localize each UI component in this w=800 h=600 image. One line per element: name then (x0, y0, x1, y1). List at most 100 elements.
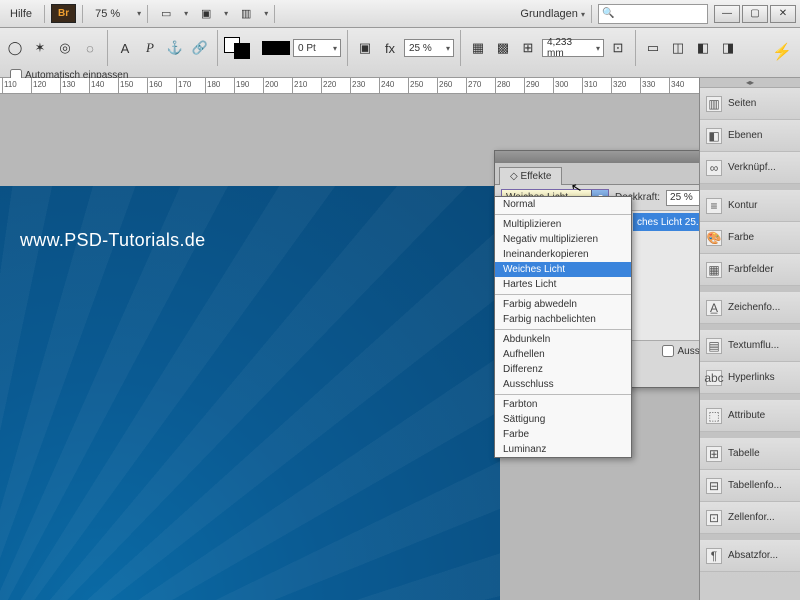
stroke-weight-field[interactable]: 0 Pt (293, 39, 341, 57)
blend-mode-option[interactable]: Negativ multiplizieren (495, 232, 631, 247)
wrap-bounds-icon[interactable]: ◫ (667, 38, 689, 58)
control-toolbar: ◯ ✶ ◎ ◌ A P ⚓ 🔗 0 Pt ▣ fx 25 % ▦ ▩ ⊞ 4,2… (0, 28, 800, 78)
canvas-text: www.PSD-Tutorials.de (20, 230, 205, 251)
blend-mode-option[interactable]: Farbig nachbelichten (495, 312, 631, 327)
panel-item[interactable]: abcHyperlinks (700, 362, 800, 394)
dimension-field[interactable]: 4,233 mm (542, 39, 604, 57)
panel-item[interactable]: ∞Verknüpf... (700, 152, 800, 184)
anchor-icon[interactable]: ⚓ (164, 38, 186, 58)
lightning-icon[interactable]: ⚡ (772, 42, 792, 62)
panel-item[interactable]: ⊡Zellenfor... (700, 502, 800, 534)
menu-bar: Hilfe Br 75 % ▾ ▭▾ ▣▾ ▥▾ Grundlagen ▾ 🔍 … (0, 0, 800, 28)
blend-mode-option[interactable]: Luminanz (495, 442, 631, 457)
separator (591, 5, 592, 23)
ruler-tick-label: 310 (584, 80, 597, 89)
blend-mode-option[interactable]: Hartes Licht (495, 277, 631, 292)
ruler-tick-label: 240 (381, 80, 394, 89)
panel-item[interactable]: ▤Textumflu... (700, 330, 800, 362)
panel-item[interactable]: ≡Kontur (700, 190, 800, 222)
chevron-down-icon[interactable]: ▾ (137, 9, 141, 18)
view-options-icon[interactable]: ▣ (194, 4, 218, 24)
panel-label: Kontur (728, 200, 757, 211)
char-format-icon[interactable]: A (114, 38, 136, 58)
blend-mode-option[interactable]: Normal (495, 197, 631, 212)
blend-mode-option[interactable]: Sättigung (495, 412, 631, 427)
wrap-object-icon[interactable]: ◧ (692, 38, 714, 58)
bridge-button[interactable]: Br (51, 4, 76, 23)
blend-mode-dropdown: Normal MultiplizierenNegativ multiplizier… (494, 196, 632, 458)
panel-icon: A̲ (706, 300, 722, 316)
fit-proportional-icon[interactable]: ▦ (467, 38, 489, 58)
panel-icon: abc (706, 370, 722, 386)
panel-item[interactable]: ⊞Tabelle (700, 438, 800, 470)
panel-item[interactable]: 🎨Farbe (700, 222, 800, 254)
fill-square-icon[interactable]: ▣ (354, 38, 376, 58)
blend-mode-option[interactable]: Farbig abwedeln (495, 297, 631, 312)
panel-label: Zeichenfo... (728, 302, 780, 313)
arrange-icon[interactable]: ▥ (234, 4, 258, 24)
ruler-tick-label: 290 (526, 80, 539, 89)
panel-item[interactable]: ¶Absatzfor... (700, 540, 800, 572)
blend-mode-option[interactable]: Weiches Licht (495, 262, 631, 277)
dashed-ellipse-icon[interactable]: ◌ (79, 38, 101, 58)
help-menu[interactable]: Hilfe (4, 6, 38, 22)
chain-icon[interactable]: 🔗 (189, 38, 211, 58)
blend-mode-option[interactable]: Ausschluss (495, 377, 631, 392)
blend-mode-option[interactable]: Differenz (495, 362, 631, 377)
opacity-field[interactable]: 25 % (404, 39, 454, 57)
panel-item[interactable]: A̲ Zeichenfo... (700, 292, 800, 324)
fill-stroke-swatches[interactable] (224, 37, 250, 59)
ellipse-icon[interactable]: ◯ (4, 38, 26, 58)
minimize-button[interactable]: — (714, 5, 740, 23)
ruler-tick-label: 150 (120, 80, 133, 89)
zoom-level[interactable]: 75 % (89, 6, 131, 22)
ruler-tick-label: 170 (178, 80, 191, 89)
panel-icon: ▤ (706, 338, 722, 354)
blend-mode-option[interactable]: Multiplizieren (495, 217, 631, 232)
document-canvas[interactable]: www.PSD-Tutorials.de (0, 186, 500, 600)
panel-icon: ⊟ (706, 478, 722, 494)
panel-label: Zellenfor... (728, 512, 775, 523)
panel-item[interactable]: ◧Ebenen (700, 120, 800, 152)
blend-mode-option[interactable]: Ineinanderkopieren (495, 247, 631, 262)
dock-collapse-icon[interactable]: ◂▸ (700, 78, 800, 88)
panel-item[interactable]: ▥Seiten (700, 88, 800, 120)
ruler-tick-label: 200 (265, 80, 278, 89)
panel-icon: ▥ (706, 96, 722, 112)
ruler-tick-label: 140 (91, 80, 104, 89)
target-icon[interactable]: ◎ (54, 38, 76, 58)
separator (82, 5, 83, 23)
panel-icon: ▦ (706, 262, 722, 278)
screen-mode-icon[interactable]: ▭ (154, 4, 178, 24)
blend-mode-option[interactable]: Farbe (495, 427, 631, 442)
panel-item[interactable]: ⊟ Tabellenfo... (700, 470, 800, 502)
panel-icon: ⊞ (706, 446, 722, 462)
stroke-preview[interactable] (262, 41, 290, 55)
close-button[interactable]: ✕ (770, 5, 796, 23)
effects-icon[interactable]: fx (379, 38, 401, 58)
ruler-tick-label: 300 (555, 80, 568, 89)
star-icon[interactable]: ✶ (29, 38, 51, 58)
wrap-jump-icon[interactable]: ◨ (717, 38, 739, 58)
separator (347, 30, 348, 66)
ruler-tick-label: 340 (671, 80, 684, 89)
para-format-icon[interactable]: P (139, 38, 161, 58)
panel-label: Tabellenfo... (728, 480, 782, 491)
fit-content-icon[interactable]: ⊞ (517, 38, 539, 58)
panel-icon: ¶ (706, 548, 722, 564)
fit-frame-icon[interactable]: ⊡ (607, 38, 629, 58)
ruler-tick-label: 120 (33, 80, 46, 89)
workspace-switcher[interactable]: Grundlagen ▾ (520, 8, 585, 20)
window-controls: — ▢ ✕ (714, 5, 796, 23)
blend-mode-option[interactable]: Aufhellen (495, 347, 631, 362)
panel-item[interactable]: ⬚Attribute (700, 400, 800, 432)
fit-fill-icon[interactable]: ▩ (492, 38, 514, 58)
ruler-tick-label: 130 (62, 80, 75, 89)
blend-mode-option[interactable]: Farbton (495, 397, 631, 412)
panel-item[interactable]: ▦Farbfelder (700, 254, 800, 286)
tab-effects[interactable]: ◇ Effekte (499, 167, 562, 185)
search-input[interactable]: 🔍 (598, 4, 708, 24)
blend-mode-option[interactable]: Abdunkeln (495, 332, 631, 347)
maximize-button[interactable]: ▢ (742, 5, 768, 23)
wrap-none-icon[interactable]: ▭ (642, 38, 664, 58)
